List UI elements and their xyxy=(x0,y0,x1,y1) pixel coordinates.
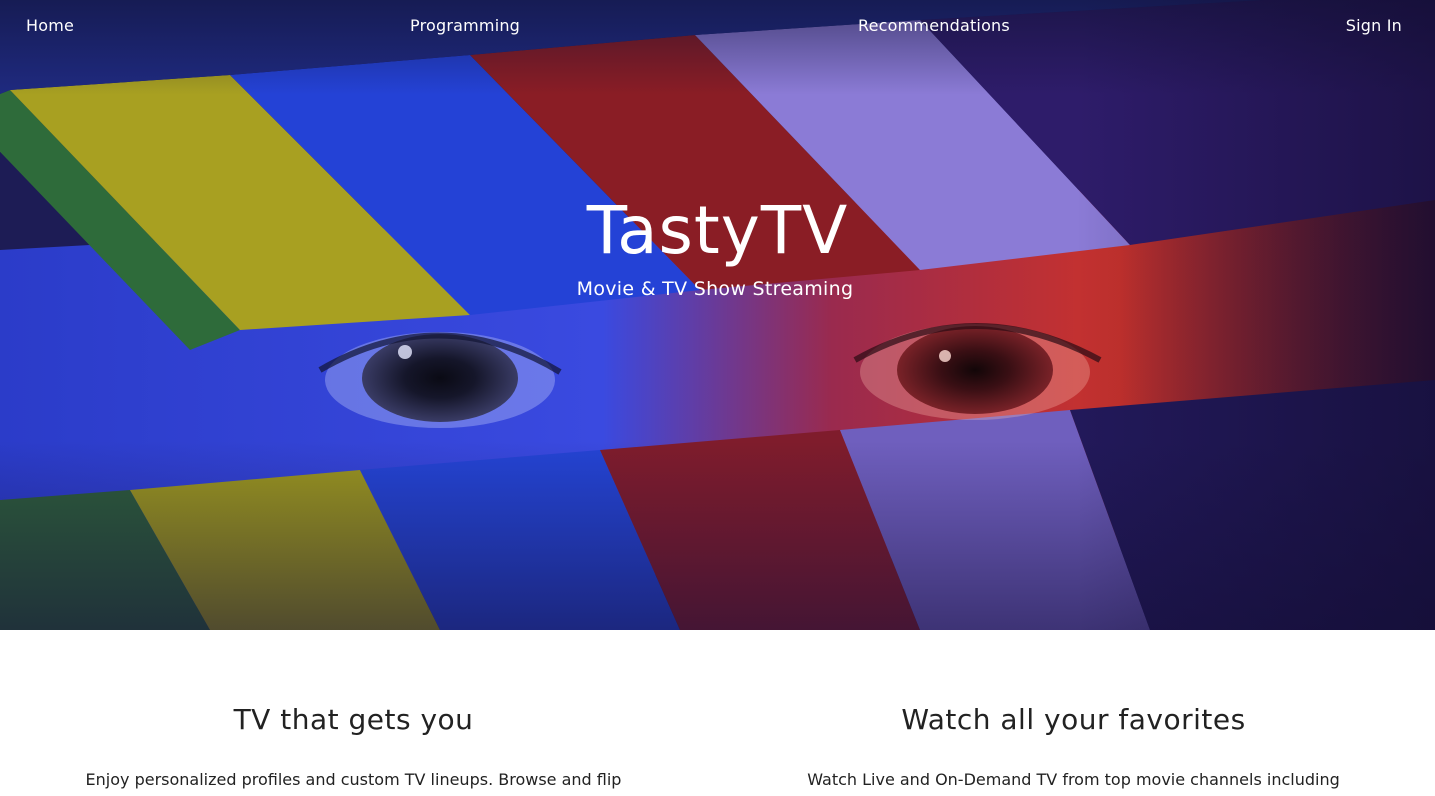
sign-in-link[interactable]: Sign In xyxy=(1346,16,1402,36)
hero-title: TastyTV xyxy=(586,192,849,269)
nav-link-programming[interactable]: Programming xyxy=(410,16,520,36)
feature-description: Enjoy personalized profiles and custom T… xyxy=(85,770,622,789)
hero-background-image xyxy=(0,0,1435,630)
features-section: TV that gets you Enjoy personalized prof… xyxy=(0,630,1435,796)
feature-heading: Watch all your favorites xyxy=(901,703,1246,736)
hero-subtitle: Movie & TV Show Streaming xyxy=(576,278,854,300)
nav-link-recommendations[interactable]: Recommendations xyxy=(858,16,1010,36)
nav-link-home[interactable]: Home xyxy=(26,16,74,36)
feature-description: Watch Live and On-Demand TV from top mov… xyxy=(807,770,1340,789)
feature-heading: TV that gets you xyxy=(233,703,474,736)
top-navigation: Home Programming Recommendations Sign In xyxy=(0,0,1435,54)
hero-section: Home Programming Recommendations Sign In… xyxy=(0,0,1435,630)
